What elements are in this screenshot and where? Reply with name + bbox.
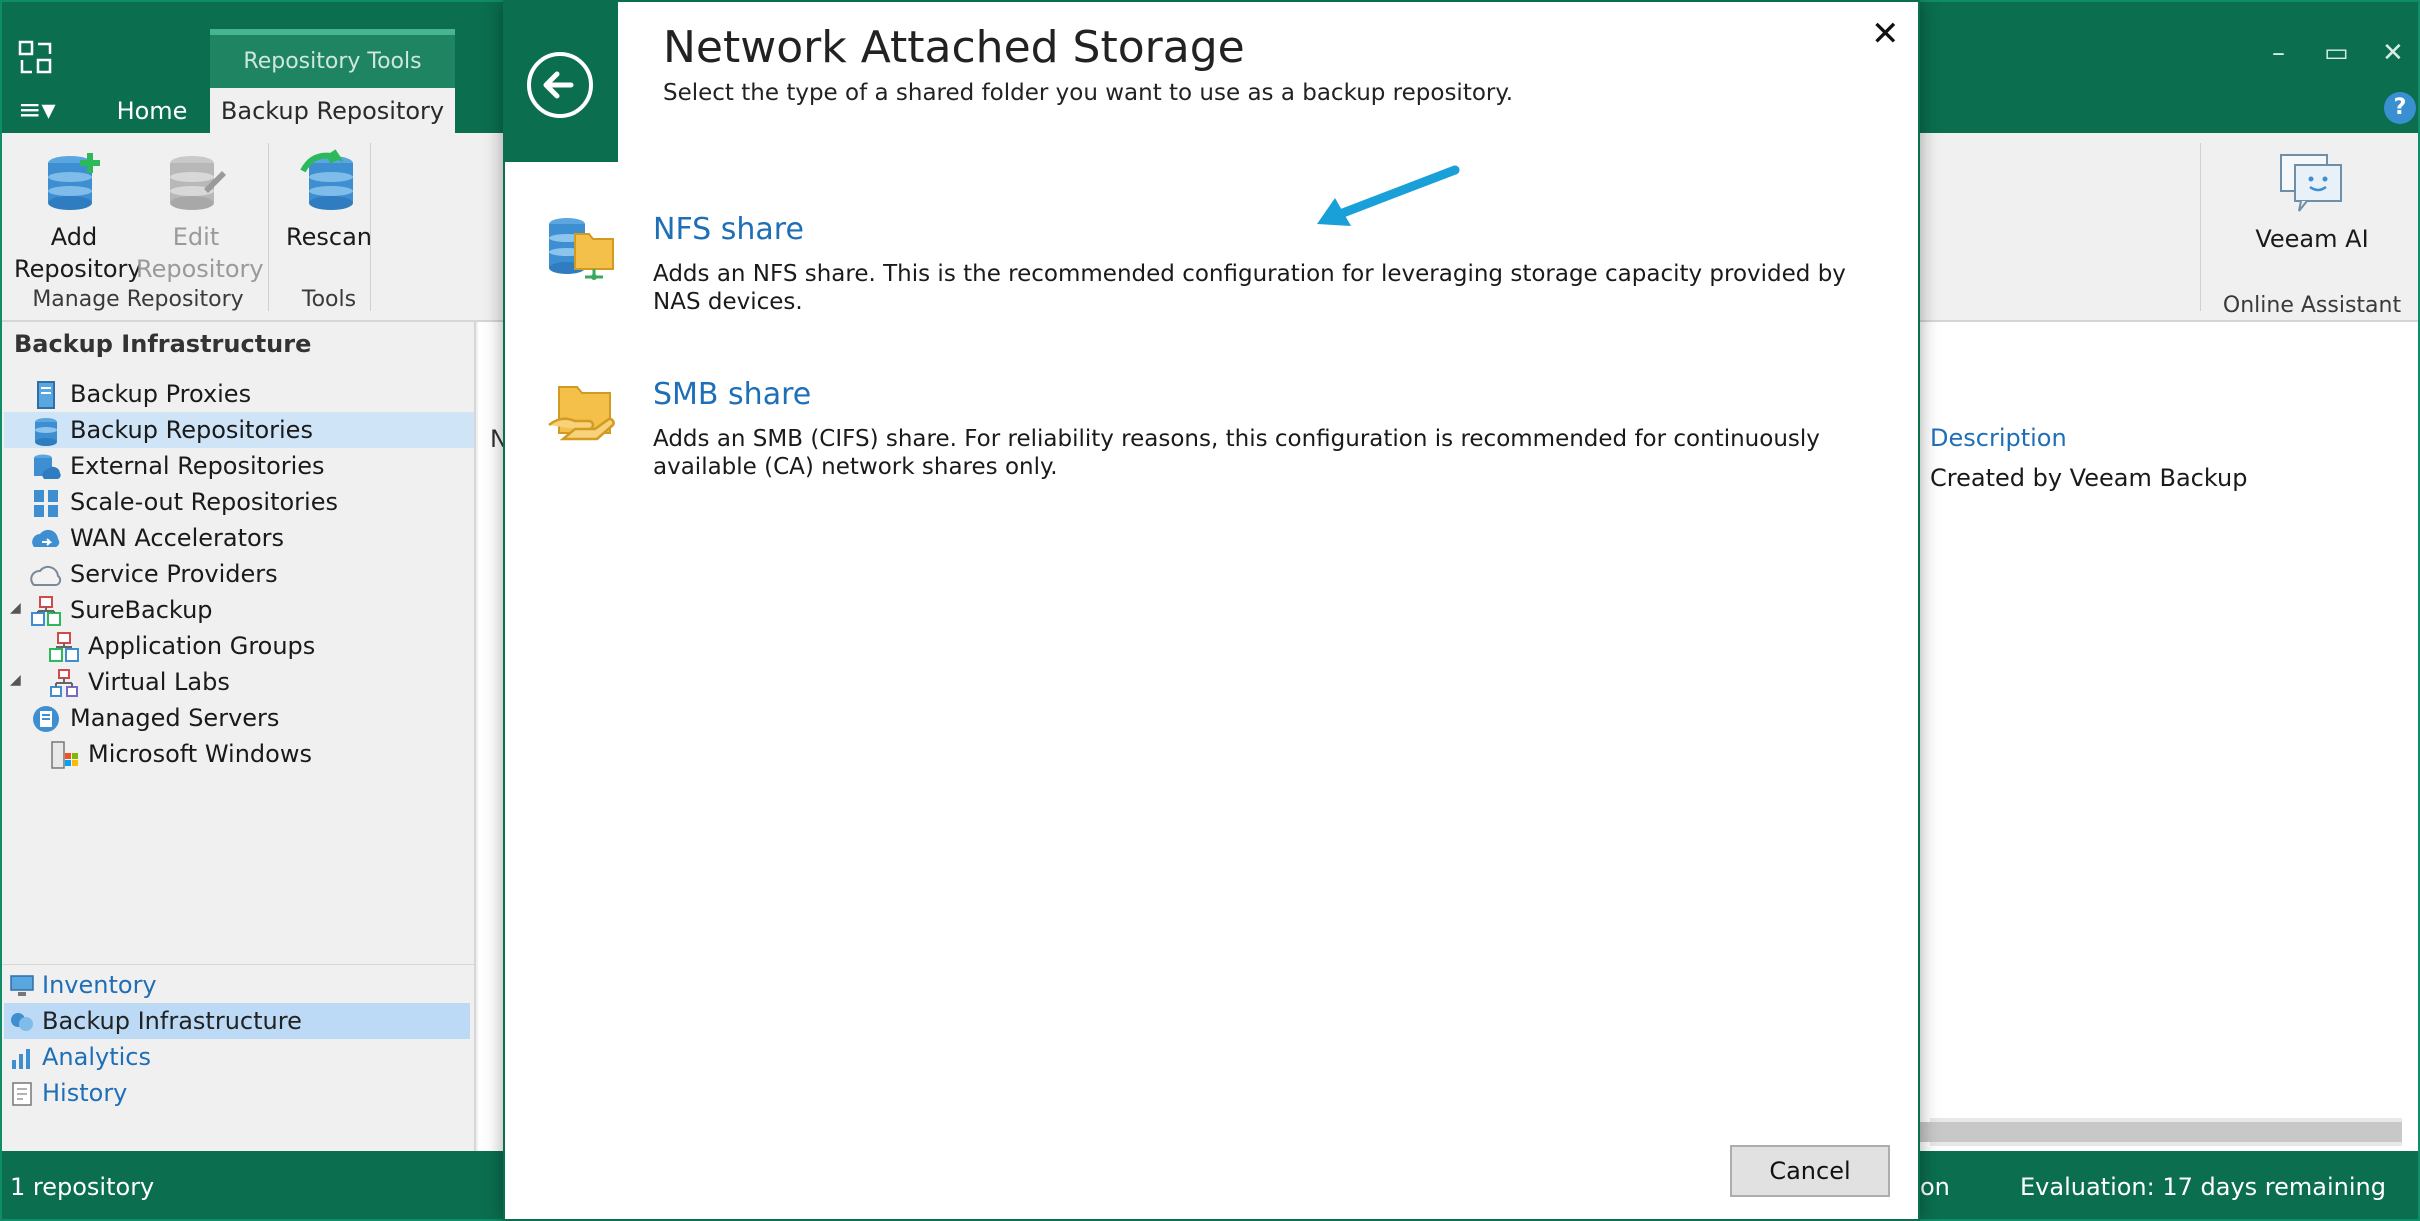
option-nfs-share[interactable]: NFS share Adds an NFS share. This is the… (545, 212, 1895, 322)
nav-inventory[interactable]: Inventory (8, 967, 157, 1003)
maximize-button[interactable]: ▭ (2324, 38, 2349, 68)
tab-home[interactable]: Home (102, 90, 202, 133)
cancel-button[interactable]: Cancel (1730, 1145, 1890, 1197)
dialog-subtitle: Select the type of a shared folder you w… (663, 80, 1514, 106)
nfs-share-title[interactable]: NFS share (653, 212, 804, 247)
windows-icon (51, 741, 78, 769)
minimize-button[interactable]: – (2272, 38, 2285, 68)
nav-backup-infrastructure[interactable]: Backup Infrastructure (4, 1003, 470, 1039)
add-repository-button[interactable]: Add Repository (14, 149, 142, 285)
smb-share-title[interactable]: SMB share (653, 377, 811, 412)
scaleout-icon (34, 490, 58, 517)
wan-icon (32, 529, 60, 547)
context-tab-group-label: Repository Tools (210, 29, 455, 89)
add-repository-label: Add Repository (14, 223, 142, 283)
ribbon-separator (370, 143, 371, 311)
cloud-icon (30, 565, 62, 586)
rescan-button[interactable]: Rescan (274, 149, 384, 253)
veeam-ai-button[interactable]: Veeam AI (2232, 151, 2392, 255)
surebackup-icon (31, 596, 61, 626)
tree-item-backup-repositories[interactable]: Backup Repositories (4, 412, 474, 448)
nav-label: History (42, 1079, 128, 1107)
cloud-repository-icon (34, 454, 61, 479)
expand-arrow-icon[interactable]: ◢ (10, 672, 21, 688)
tools-group-label: Tools (301, 287, 357, 312)
back-button[interactable] (527, 52, 593, 118)
tree-item-external-repositories[interactable]: External Repositories (30, 448, 325, 484)
nav-history[interactable]: History (8, 1075, 127, 1111)
nas-wizard-dialog: Network Attached Storage Select the type… (503, 0, 1920, 1221)
nav-label: Analytics (42, 1043, 151, 1071)
tree-item-virtual-labs[interactable]: Virtual Labs (48, 664, 230, 700)
option-smb-share[interactable]: SMB share Adds an SMB (CIFS) share. For … (545, 377, 1895, 487)
app-group-icon (49, 632, 79, 662)
nav-label: Backup Infrastructure (42, 1007, 302, 1035)
tree-item-backup-proxies[interactable]: Backup Proxies (30, 376, 470, 412)
add-repository-icon (48, 153, 100, 210)
tree-item-label: External Repositories (70, 452, 325, 480)
dialog-title: Network Attached Storage (663, 22, 1245, 73)
manage-repository-group-label: Manage Repository (32, 287, 244, 312)
tree-item-label: SureBackup (70, 596, 213, 624)
nav-analytics[interactable]: Analytics (8, 1039, 151, 1075)
expand-arrow-icon[interactable]: ◢ (10, 600, 21, 616)
nfs-share-icon (549, 218, 614, 280)
tree-item-application-groups[interactable]: Application Groups (48, 628, 315, 664)
edit-repository-label: Edit Repository (136, 223, 264, 283)
smb-share-description: Adds an SMB (CIFS) share. For reliabilit… (653, 426, 1820, 480)
history-icon (12, 1082, 32, 1106)
window-close-button[interactable]: ✕ (2382, 38, 2404, 68)
tree-item-label: Virtual Labs (88, 668, 230, 696)
help-icon[interactable]: ? (2384, 92, 2416, 124)
tree-item-microsoft-windows[interactable]: Microsoft Windows (48, 736, 312, 772)
inventory-icon (10, 975, 34, 996)
edit-repository-button[interactable]: Edit Repository (136, 149, 264, 285)
tree-item-surebackup[interactable]: SureBackup (30, 592, 213, 628)
infrastructure-icon (11, 1013, 33, 1031)
tree-item-label: Application Groups (88, 632, 316, 660)
managed-servers-icon (33, 706, 59, 732)
dialog-header-band (505, 2, 618, 162)
status-fragment: on (1920, 1173, 1950, 1201)
tree-item-label: WAN Accelerators (70, 524, 285, 552)
repository-icon (35, 418, 57, 446)
repository-description-cell[interactable]: Created by Veeam Backup (1930, 464, 2247, 492)
ribbon-separator (2200, 143, 2201, 311)
close-icon[interactable]: ✕ (1871, 14, 1900, 54)
veeam-logo-icon (18, 40, 52, 74)
smb-share-icon (548, 386, 615, 441)
bottom-navigation: Inventory Backup Infrastructure Analytic… (2, 964, 474, 1107)
nav-label: Inventory (42, 971, 157, 999)
navigation-pane: Backup Infrastructure Backup Proxies Bac… (2, 322, 476, 1151)
edit-repository-icon (170, 156, 226, 210)
rescan-label: Rescan (286, 223, 372, 251)
ribbon-separator (268, 143, 269, 311)
nfs-share-description: Adds an NFS share. This is the recommend… (653, 261, 1846, 315)
column-header-description[interactable]: Description (1930, 424, 2067, 452)
rescan-icon (300, 149, 353, 210)
horizontal-scrollbar[interactable] (1554, 1118, 2402, 1146)
tree-item-label: Scale-out Repositories (70, 488, 338, 516)
analytics-icon (12, 1049, 30, 1069)
back-arrow-icon (543, 71, 574, 99)
tree-item-label: Service Providers (70, 560, 278, 588)
tree-item-service-providers[interactable]: Service Providers (30, 556, 278, 592)
tree-item-label: Managed Servers (70, 704, 280, 732)
online-assistant-group-label: Online Assistant (2222, 293, 2402, 318)
tab-backup-repository[interactable]: Backup Repository (210, 88, 455, 135)
tree-item-scale-out-repositories[interactable]: Scale-out Repositories (30, 484, 338, 520)
tree-item-label: Microsoft Windows (88, 740, 312, 768)
veeam-ai-label: Veeam AI (2255, 225, 2369, 253)
virtual-lab-icon (50, 669, 78, 697)
tree-item-label: Backup Repositories (70, 416, 313, 444)
status-repository-count: 1 repository (10, 1173, 155, 1201)
tree-item-label: Backup Proxies (70, 380, 252, 408)
tree-item-wan-accelerators[interactable]: WAN Accelerators (30, 520, 284, 556)
nav-pane-title: Backup Infrastructure (14, 330, 312, 358)
chat-assistant-icon (2280, 154, 2342, 212)
tree-item-managed-servers[interactable]: Managed Servers (30, 700, 279, 736)
main-menu-button[interactable]: ≡▾ (18, 96, 68, 128)
proxy-icon (37, 381, 55, 409)
status-evaluation: Evaluation: 17 days remaining (2020, 1173, 2386, 1201)
